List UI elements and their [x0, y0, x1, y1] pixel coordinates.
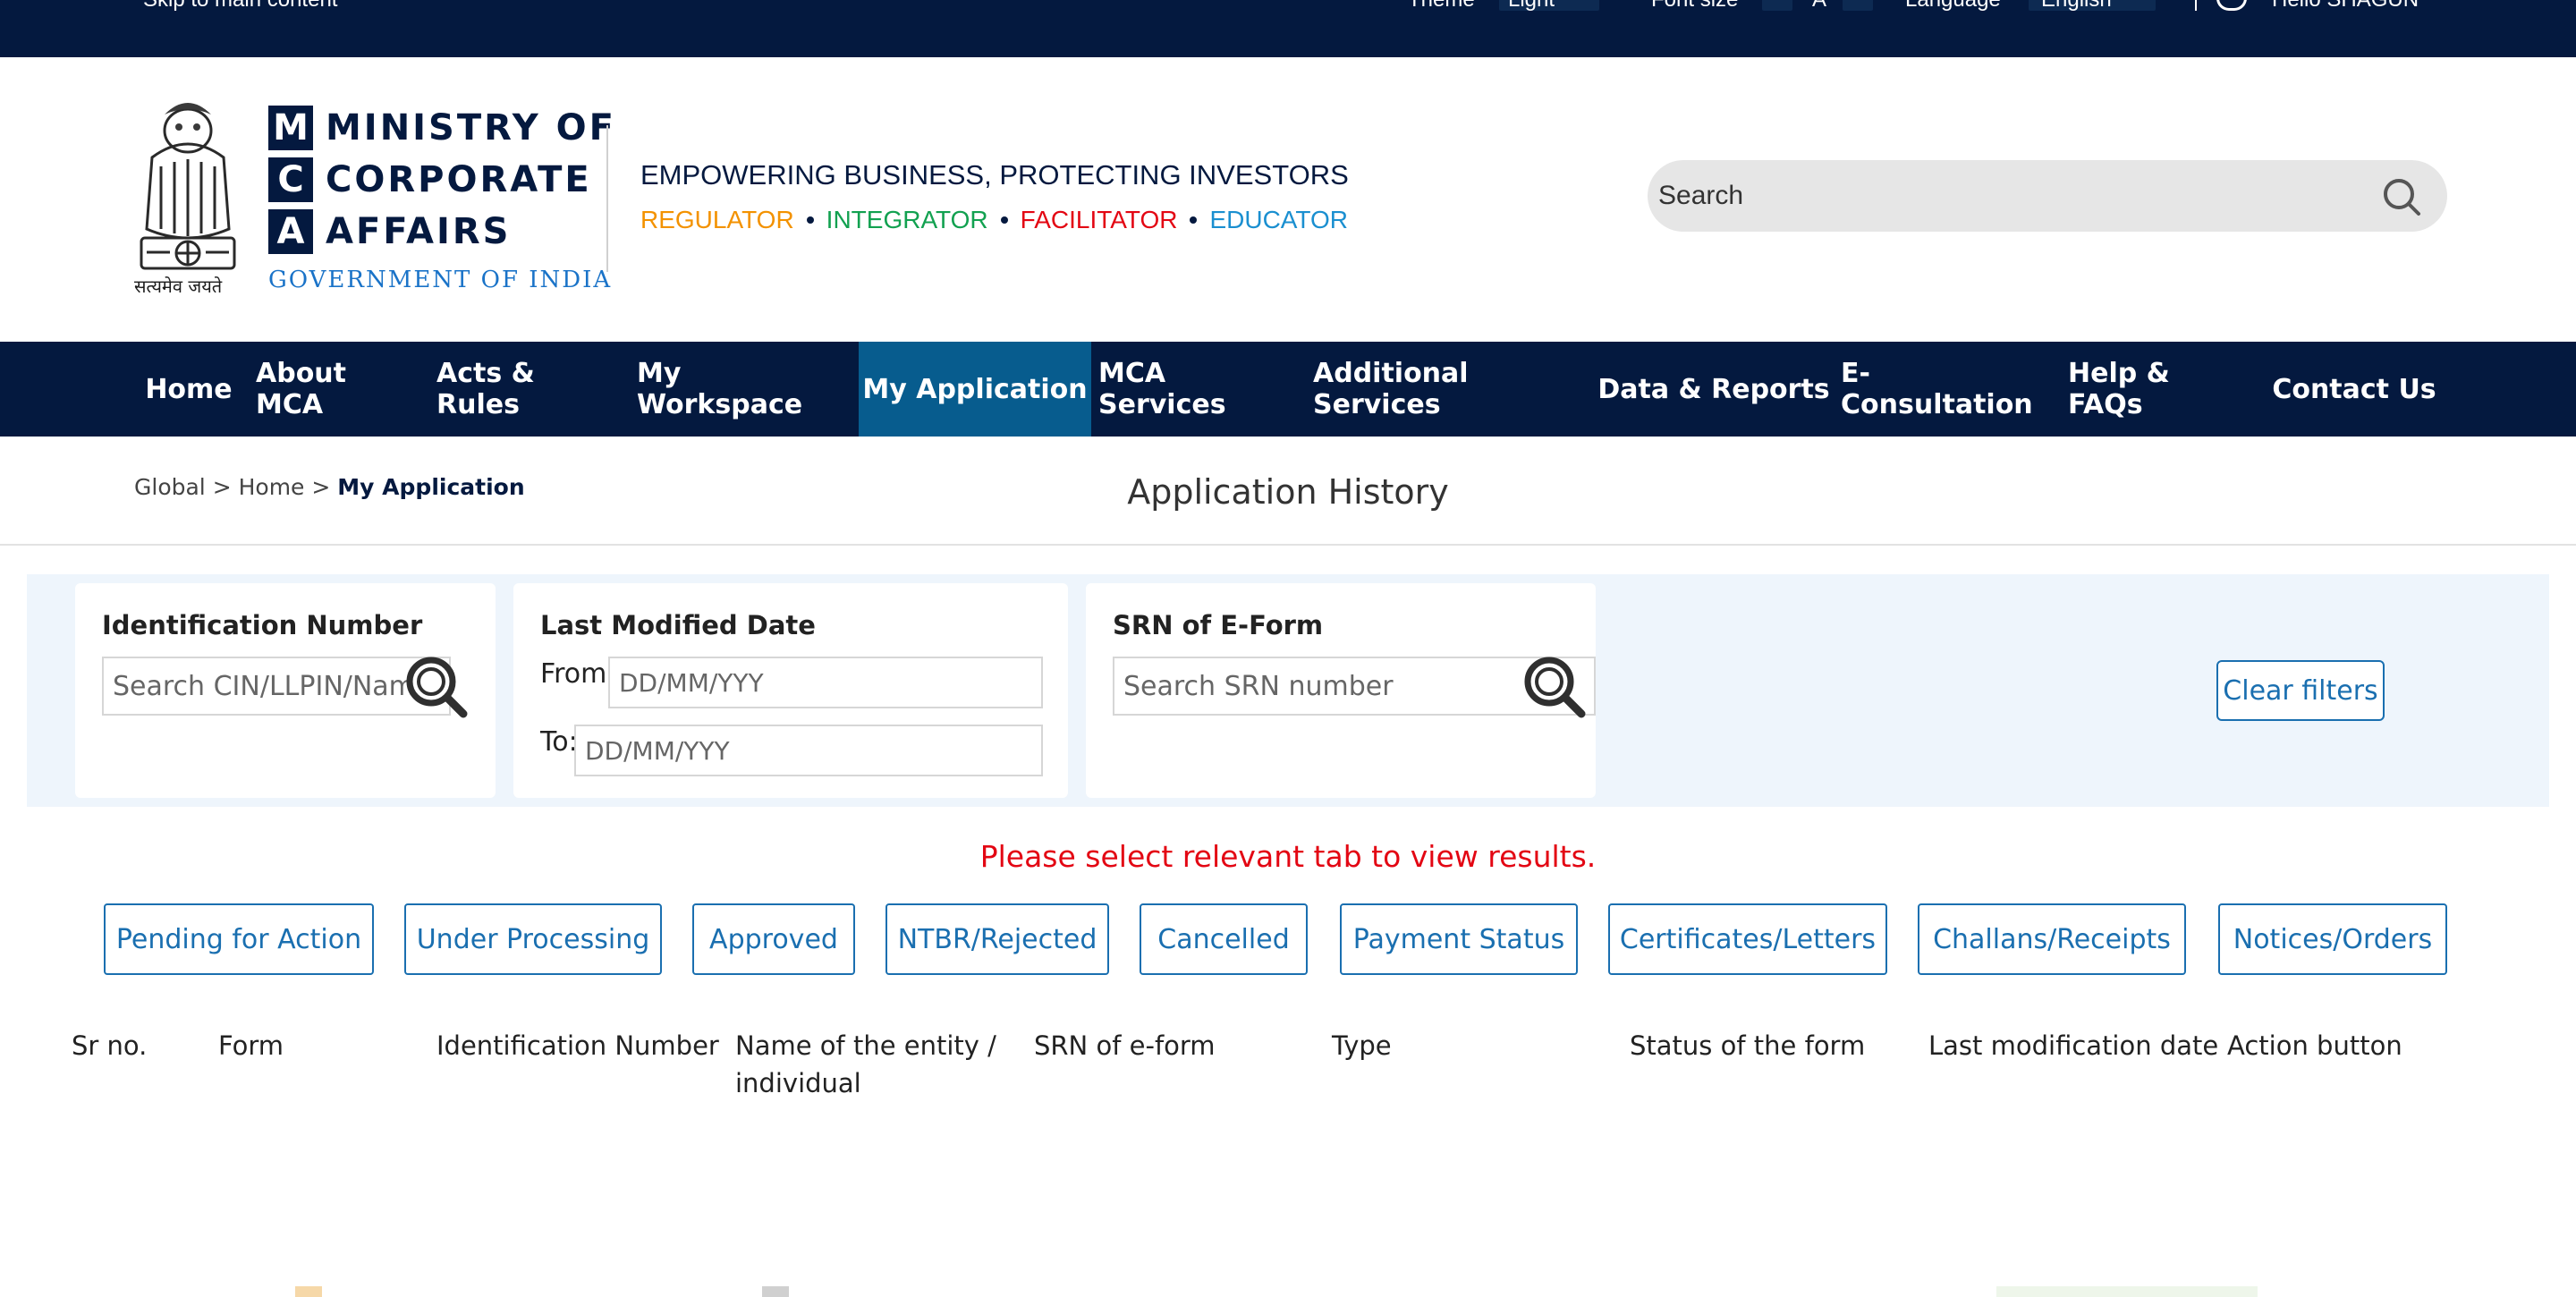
- font-normal-button[interactable]: A: [1812, 0, 1826, 13]
- tab-ntbr-rejected[interactable]: NTBR/Rejected: [886, 903, 1109, 975]
- nav-my-workspace[interactable]: My Workspace: [637, 342, 852, 437]
- date-to-label: To:: [540, 726, 578, 758]
- srn-filter-card: SRN of E-Form: [1086, 583, 1596, 798]
- nav-contact-us[interactable]: Contact Us: [2268, 342, 2440, 437]
- page-title: Application History: [1127, 472, 1449, 512]
- bullet-dot: [806, 216, 814, 224]
- select-tab-notice: Please select relevant tab to view resul…: [979, 839, 1597, 874]
- role-list: REGULATOR INTEGRATOR FACILITATOR EDUCATO…: [640, 206, 1348, 234]
- bullet-dot: [1000, 216, 1008, 224]
- magnifier-icon[interactable]: [402, 653, 469, 719]
- tab-payment-status[interactable]: Payment Status: [1340, 903, 1578, 975]
- column-header-sr-no: Sr no.: [72, 1030, 148, 1061]
- tab-certificates-letters[interactable]: Certificates/Letters: [1608, 903, 1887, 975]
- tab-challans-receipts[interactable]: Challans/Receipts: [1918, 903, 2186, 975]
- theme-label: Theme: [1408, 0, 1475, 13]
- font-size-label: Font size: [1651, 0, 1738, 13]
- site-search: [1648, 160, 2447, 232]
- role-integrator: INTEGRATOR: [826, 206, 988, 233]
- tab-pending-for-action[interactable]: Pending for Action: [104, 903, 374, 975]
- nav-home[interactable]: Home: [134, 342, 243, 437]
- tab-cancelled[interactable]: Cancelled: [1140, 903, 1308, 975]
- user-greeting[interactable]: Hello SHAGUN: [2272, 0, 2419, 13]
- header-divider: [606, 125, 608, 272]
- mca-logo-row-1: M MINISTRY OF: [268, 106, 616, 150]
- title-divider: [0, 544, 2576, 546]
- mca-logo-word: AFFAIRS: [326, 211, 512, 252]
- government-of-india-text: GOVERNMENT OF INDIA: [268, 267, 613, 293]
- nav-my-application[interactable]: My Application: [859, 342, 1091, 437]
- date-filter-label: Last Modified Date: [540, 610, 816, 640]
- identification-filter-label: Identification Number: [102, 610, 423, 640]
- nav-e-consultation[interactable]: E-Consultation: [1841, 342, 2055, 437]
- column-header-form: Form: [218, 1030, 284, 1061]
- bullet-dot: [1190, 216, 1198, 224]
- main-nav: Home About MCA Acts & Rules My Workspace…: [0, 342, 2576, 437]
- site-header: सत्यमेव जयते M MINISTRY OF C CORPORATE A…: [0, 57, 2576, 342]
- nav-help-faqs[interactable]: Help & FAQs: [2068, 342, 2247, 437]
- font-increase-button[interactable]: [1843, 0, 1873, 11]
- skip-to-content-link[interactable]: Skip to main content: [143, 0, 337, 13]
- mca-logo-row-3: A AFFAIRS: [268, 209, 511, 254]
- date-filter-card: Last Modified Date From: To:: [513, 583, 1068, 798]
- nav-acts-rules[interactable]: Acts & Rules: [436, 342, 623, 437]
- nav-mca-services[interactable]: MCA Services: [1098, 342, 1301, 437]
- column-header-type: Type: [1332, 1030, 1392, 1061]
- nav-additional-services[interactable]: Additional Services: [1313, 342, 1583, 437]
- date-from-label: From:: [540, 658, 616, 690]
- mca-logo-letter: C: [268, 157, 313, 202]
- language-label: Language: [1905, 0, 2001, 13]
- srn-filter-label: SRN of E-Form: [1113, 610, 1324, 640]
- mca-logo-letter: A: [268, 209, 313, 254]
- role-regulator: REGULATOR: [640, 206, 794, 233]
- magnifier-icon[interactable]: [1521, 653, 1587, 719]
- nav-about-mca[interactable]: About MCA: [256, 342, 420, 437]
- column-header-srn: SRN of e-form: [1034, 1030, 1216, 1061]
- role-educator: EDUCATOR: [1209, 206, 1349, 233]
- column-header-entity-name: Name of the entity / individual: [735, 1030, 996, 1098]
- mca-logo-word: MINISTRY OF: [326, 107, 616, 148]
- mca-logo-row-2: C CORPORATE: [268, 157, 592, 202]
- clear-filters-button[interactable]: Clear filters: [2216, 660, 2385, 721]
- column-header-identification-number: Identification Number: [436, 1030, 719, 1061]
- footer-partner-logo: [1996, 1286, 2258, 1297]
- column-header-last-modified: Last modification date: [1928, 1030, 2219, 1061]
- tab-under-processing[interactable]: Under Processing: [404, 903, 662, 975]
- utility-divider: [2195, 0, 2197, 11]
- site-search-input[interactable]: [1658, 160, 2356, 232]
- mca-logo-word: CORPORATE: [326, 159, 592, 200]
- nav-data-reports[interactable]: Data & Reports: [1596, 342, 1832, 437]
- identification-filter-card: Identification Number: [75, 583, 496, 798]
- date-from-input[interactable]: [608, 657, 1043, 708]
- tagline: EMPOWERING BUSINESS, PROTECTING INVESTOR…: [640, 159, 1349, 191]
- identification-search-input[interactable]: [102, 657, 451, 716]
- column-header-status: Status of the form: [1630, 1030, 1866, 1061]
- filter-panel: Identification Number Last Modified Date…: [27, 574, 2549, 807]
- font-decrease-button[interactable]: [1762, 0, 1792, 11]
- role-facilitator: FACILITATOR: [1020, 206, 1178, 233]
- footer-partner-logo: [762, 1286, 789, 1297]
- mca-logo-letter: M: [268, 106, 313, 150]
- footer-partner-logo: [295, 1286, 322, 1297]
- search-icon[interactable]: [2381, 176, 2422, 217]
- utility-bar: Skip to main content Theme Light Font si…: [0, 0, 2576, 57]
- column-header-action: Action button: [2227, 1030, 2402, 1061]
- date-to-input[interactable]: [574, 725, 1043, 776]
- language-value: English: [2041, 0, 2112, 13]
- emblem-caption: सत्यमेव जयते: [134, 276, 223, 297]
- user-icon[interactable]: [2216, 0, 2247, 11]
- tab-approved[interactable]: Approved: [692, 903, 855, 975]
- tab-notices-orders[interactable]: Notices/Orders: [2218, 903, 2447, 975]
- theme-value: Light: [1508, 0, 1555, 13]
